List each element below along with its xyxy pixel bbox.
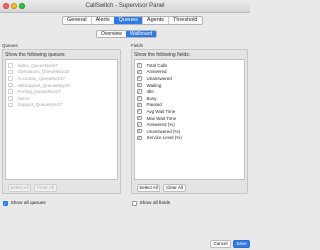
field-row: ✓ Idle <box>135 88 244 95</box>
field-label: Avg Wait Time <box>146 108 176 114</box>
sub-tabs: Overview Wallboard <box>96 30 158 38</box>
fields-clear-all-button[interactable]: Clear All <box>163 184 186 192</box>
queue-label: Accounts_QueueNov17 <box>17 75 66 81</box>
queue-row: Demo <box>6 95 117 102</box>
field-label: Busy <box>146 95 157 101</box>
field-checkbox[interactable]: ✓ <box>137 136 142 141</box>
field-checkbox[interactable]: ✓ <box>137 103 142 108</box>
show-all-queues-label: Show all queues <box>10 201 46 206</box>
show-all-fields-label: Show all fields <box>139 201 171 206</box>
tab-agents[interactable]: Agents <box>141 17 168 24</box>
field-row: ✓ Busy <box>135 95 244 102</box>
window-title: CallSwitch - Supervisor Panel <box>85 3 165 9</box>
field-row: ✓ Paused <box>135 102 244 109</box>
field-row: ✓ Waiting <box>135 82 244 89</box>
field-label: Service Level (%) <box>146 135 182 141</box>
field-checkbox[interactable]: ✓ <box>137 83 142 88</box>
fields-panel: Show the following fields: ✓ Total Calls … <box>131 49 248 194</box>
field-checkbox[interactable]: ✓ <box>137 129 142 134</box>
queue-checkbox[interactable] <box>8 96 13 101</box>
queues-section-label: Queues <box>2 43 18 48</box>
field-checkbox[interactable]: ✓ <box>137 89 142 94</box>
title-bar: CallSwitch - Supervisor Panel <box>0 0 250 13</box>
cancel-button[interactable]: Cancel <box>210 240 231 248</box>
field-label: Idle <box>146 89 154 95</box>
field-label: Waiting <box>146 82 162 88</box>
queue-checkbox[interactable] <box>8 89 13 94</box>
field-label: Max Wait Time <box>146 115 177 121</box>
fields-section-label: Fields <box>131 43 144 48</box>
subtab-wallboard[interactable]: Wallboard <box>125 31 157 37</box>
field-checkbox[interactable]: ✓ <box>137 76 142 81</box>
show-all-queues-option[interactable]: ✓ Show all queues <box>3 201 46 206</box>
field-row: ✓ Answered (%) <box>135 121 244 128</box>
field-row: ✓ Max Wait Time <box>135 115 244 122</box>
field-checkbox[interactable]: ✓ <box>137 63 142 68</box>
field-row: ✓ Avg Wait Time <box>135 108 244 115</box>
queue-row: Porting_QueueNov17 <box>6 88 117 95</box>
queues-panel-title: Show the following queues: <box>5 52 66 58</box>
field-label: Unanswered (%) <box>146 128 181 134</box>
fields-list: ✓ Total Calls ✓ Answered ✓ Unanswered ✓ Wait… <box>134 59 245 180</box>
tab-alerts[interactable]: Alerts <box>90 17 114 24</box>
field-checkbox[interactable]: ✓ <box>137 116 142 121</box>
queue-checkbox[interactable] <box>8 76 13 81</box>
queues-panel: Show the following queues: Sales_QueueNo… <box>2 49 121 194</box>
queue-label: Sales_QueueNov17 <box>17 62 58 68</box>
field-row: ✓ Total Calls <box>135 62 244 69</box>
subtab-overview[interactable]: Overview <box>97 31 126 37</box>
field-label: Paused <box>146 102 162 108</box>
fields-panel-title: Show the following fields: <box>134 52 191 58</box>
field-label: Unanswered <box>146 75 172 81</box>
field-checkbox[interactable]: ✓ <box>137 109 142 114</box>
field-label: Answered (%) <box>146 122 175 128</box>
queue-checkbox[interactable] <box>8 102 13 108</box>
field-label: Total Calls <box>146 62 168 68</box>
tab-threshold[interactable]: Threshold <box>168 17 201 24</box>
queue-checkbox[interactable] <box>8 82 13 88</box>
queue-row: Accounts_QueueNov17 <box>6 75 117 82</box>
main-tabs: General Alerts Queues Agents Threshold <box>62 16 203 25</box>
queues-clear-all-button[interactable]: Clear All <box>34 184 57 192</box>
show-all-queues-checkbox[interactable]: ✓ <box>3 201 8 206</box>
field-checkbox[interactable]: ✓ <box>137 122 142 127</box>
field-label: Answered <box>146 69 167 75</box>
field-row: ✓ Unanswered <box>135 75 244 82</box>
queue-label: Support_QueueNov17 <box>17 102 63 108</box>
queue-checkbox[interactable] <box>8 69 13 75</box>
queue-label: NetSupport_QueueMay18 <box>17 82 70 88</box>
queues-list: Sales_QueueNov17 Operations_QueueMay18 A… <box>5 59 118 180</box>
queue-row: NetSupport_QueueMay18 <box>6 82 117 89</box>
field-row: ✓ Unanswered (%) <box>135 128 244 135</box>
field-row: ✓ Service Level (%) <box>135 135 244 142</box>
show-all-fields-option[interactable]: Show all fields <box>132 201 170 206</box>
field-checkbox[interactable]: ✓ <box>137 70 142 75</box>
queues-select-all-button[interactable]: Select All <box>8 184 31 192</box>
queue-row: Operations_QueueMay18 <box>6 69 117 76</box>
show-all-fields-checkbox[interactable] <box>132 201 137 206</box>
tab-queues[interactable]: Queues <box>113 17 142 24</box>
field-row: ✓ Answered <box>135 69 244 76</box>
tab-general[interactable]: General <box>63 17 91 24</box>
queue-label: Demo <box>17 95 30 101</box>
save-button[interactable]: Save <box>233 240 250 248</box>
fields-select-all-button[interactable]: Select All <box>137 184 160 192</box>
queue-row: Support_QueueNov17 <box>6 102 117 109</box>
queue-row: Sales_QueueNov17 <box>6 62 117 69</box>
field-checkbox[interactable]: ✓ <box>137 96 142 101</box>
queue-label: Porting_QueueNov17 <box>17 89 61 95</box>
queue-checkbox[interactable] <box>8 63 13 68</box>
queue-label: Operations_QueueMay18 <box>17 69 70 75</box>
